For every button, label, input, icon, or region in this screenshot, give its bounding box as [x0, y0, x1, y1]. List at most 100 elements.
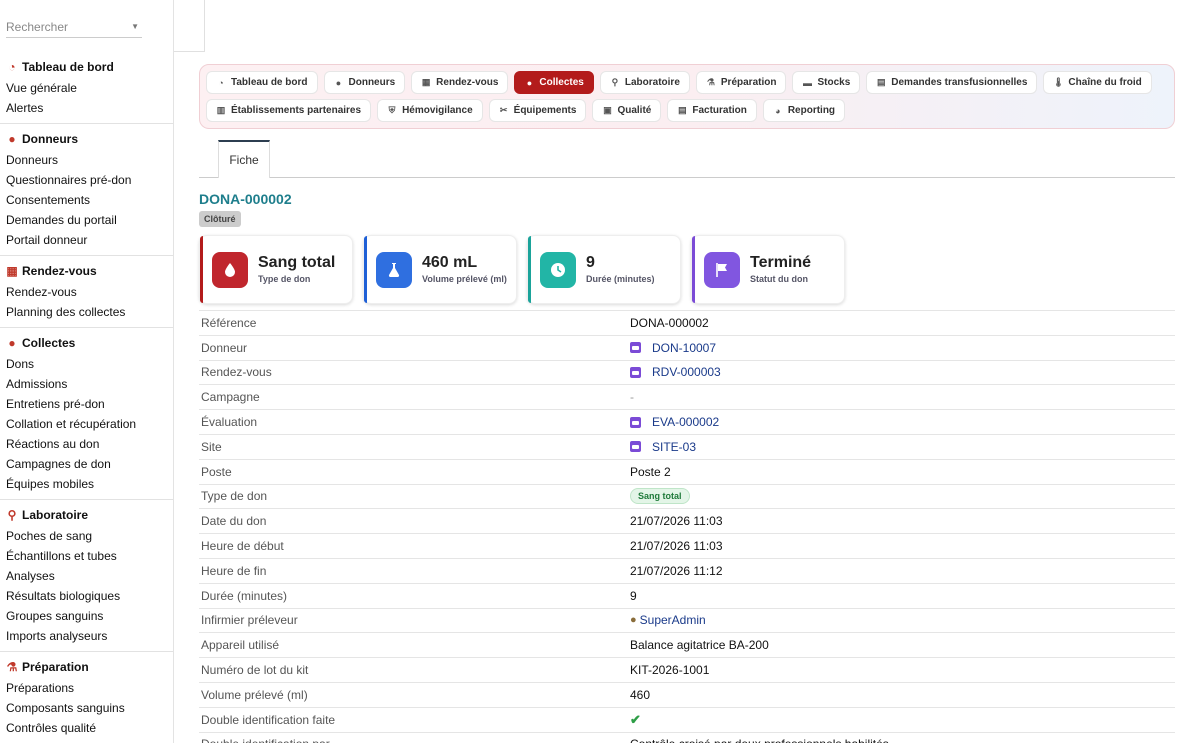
module-button[interactable]: 🌡 Chaîne du froid — [1043, 71, 1152, 94]
field-value[interactable]: EVA-000002 — [630, 415, 719, 429]
user-icon: ● — [335, 77, 342, 88]
module-label: Établissements partenaires — [231, 105, 362, 116]
sidebar-item[interactable]: Vue générale — [0, 78, 173, 98]
field-row: Double identification parContrôle croisé… — [199, 733, 1175, 743]
field-row: Site SITE-03 — [199, 435, 1175, 460]
module-button[interactable]: ▣ Qualité — [592, 99, 662, 122]
record-link[interactable]: SITE-03 — [652, 440, 696, 454]
field-value: KIT-2026-1001 — [630, 663, 710, 678]
sidebar-item[interactable]: Donneurs — [0, 150, 173, 170]
flask-icon — [376, 251, 412, 288]
shield-icon: ⛨ — [388, 105, 396, 115]
building-icon: ▥ — [216, 105, 226, 115]
record-link[interactable]: RDV-000003 — [652, 365, 721, 379]
sidebar-section-title[interactable]: ● Collectes — [0, 332, 173, 354]
field-value: Contrôle croisé par deux professionnels … — [630, 737, 889, 743]
sidebar-section-label: Donneurs — [22, 132, 79, 146]
field-value[interactable]: RDV-000003 — [630, 365, 721, 379]
summary-card: Sang total Type de don — [199, 235, 353, 304]
sidebar-item[interactable]: Composants sanguins — [0, 698, 173, 718]
field-label: Évaluation — [201, 415, 258, 430]
field-row: Campagne - — [199, 385, 1175, 411]
sidebar-section: ● Donneurs Donneurs Questionnaires pré-don C… — [0, 124, 173, 256]
sidebar-item[interactable]: Consentements — [0, 190, 173, 210]
field-value: DONA-000002 — [630, 315, 709, 330]
module-label: Demandes transfusionnelles — [891, 77, 1028, 88]
module-button[interactable]: ▤ Demandes transfusionnelles — [866, 71, 1038, 94]
sidebar-item[interactable]: Groupes sanguins — [0, 606, 173, 626]
sidebar-item[interactable]: Équipes mobiles — [0, 474, 173, 494]
module-bar: ◔ Tableau de bord ● Donneurs ▦ Rendez-vous ● Co… — [199, 64, 1175, 129]
sidebar-item[interactable]: Résultats biologiques — [0, 586, 173, 606]
sidebar-item[interactable]: Collation et récupération — [0, 414, 173, 434]
module-button[interactable]: ⚲ Laboratoire — [599, 71, 690, 94]
sidebar-section-title[interactable]: ⚲ Laboratoire — [0, 504, 173, 526]
sidebar-item[interactable]: Campagnes de don — [0, 454, 173, 474]
warehouse-icon: ▬ — [802, 77, 812, 88]
field-label: Type de don — [201, 489, 268, 504]
sidebar-item[interactable]: Dons — [0, 354, 173, 374]
clipboard-icon: ▣ — [603, 105, 612, 115]
sidebar-item[interactable]: Poches de sang — [0, 526, 173, 546]
tab-fiche[interactable]: Fiche — [218, 140, 270, 178]
field-label: Infirmier préleveur — [201, 613, 298, 628]
sidebar-section-title[interactable]: ▦ Rendez-vous — [0, 260, 173, 282]
summary-cards: Sang total Type de don 460 mL Volume prélev… — [199, 235, 845, 304]
module-button[interactable]: ▦ Rendez-vous — [411, 71, 509, 94]
module-label: Hémovigilance — [402, 105, 473, 116]
module-button[interactable]: ● Donneurs — [323, 71, 406, 94]
sidebar-item[interactable]: Rendez-vous — [0, 282, 173, 302]
module-label: Chaîne du froid — [1068, 77, 1142, 88]
sidebar-section-title[interactable]: ● Donneurs — [0, 128, 173, 150]
module-button[interactable]: ▤ Facturation — [667, 99, 757, 122]
module-button[interactable]: ▬ Stocks — [792, 71, 861, 94]
sidebar-item[interactable]: Questionnaires pré-don — [0, 170, 173, 190]
sidebar-item[interactable]: Alertes — [0, 98, 173, 118]
module-row: ▥ Établissements partenaires ⛨ Hémovigilanc… — [206, 99, 1174, 122]
module-button[interactable]: ▥ Établissements partenaires — [206, 99, 372, 122]
field-value: 460 — [630, 687, 651, 702]
sidebar-item[interactable]: Entretiens pré-don — [0, 394, 173, 414]
summary-card-text: 9 Durée (minutes) — [586, 254, 655, 285]
module-button[interactable]: ● Collectes — [514, 71, 594, 94]
summary-card-label: Statut du don — [750, 274, 808, 284]
field-row: Double identification faite ✔ — [199, 708, 1175, 733]
sidebar: Rechercher ▼ ◔ Tableau de bord Vue général… — [0, 0, 174, 743]
gauge-icon: ◔ — [218, 77, 224, 88]
field-value[interactable]: ● SuperAdmin — [630, 613, 706, 627]
sidebar-item[interactable]: Analyses — [0, 566, 173, 586]
record-link[interactable]: DON-10007 — [652, 341, 716, 355]
sidebar-item[interactable]: Échantillons et tubes — [0, 546, 173, 566]
sidebar-section-title[interactable]: ⚗ Préparation — [0, 656, 173, 678]
sidebar-item[interactable]: Préparations — [0, 678, 173, 698]
sidebar-item[interactable]: Planning des collectes — [0, 302, 173, 322]
search-placeholder: Rechercher — [6, 19, 69, 34]
sidebar-item[interactable]: Portail donneur — [0, 230, 173, 250]
sidebar-section: ◔ Tableau de bord Vue générale Alertes — [0, 52, 173, 124]
user-icon: ● — [8, 132, 16, 146]
module-button[interactable]: ⛨ Hémovigilance — [377, 99, 483, 122]
field-value[interactable]: DON-10007 — [630, 341, 716, 355]
sidebar-section-title[interactable]: ◔ Tableau de bord — [0, 56, 173, 78]
sidebar-item[interactable]: Contrôles qualité — [0, 718, 173, 738]
sidebar-item[interactable]: Réactions au don — [0, 434, 173, 454]
record-link[interactable]: EVA-000002 — [652, 415, 719, 429]
module-button[interactable]: ⚗ Préparation — [695, 71, 787, 94]
field-label: Double identification par — [199, 737, 630, 743]
module-button[interactable]: ◕ Reporting — [762, 99, 846, 122]
record-link-icon — [630, 366, 641, 378]
sidebar-item[interactable]: Demandes du portail — [0, 210, 173, 230]
summary-card-label: Volume prélevé (ml) — [422, 274, 507, 284]
sidebar-item[interactable]: Admissions — [0, 374, 173, 394]
field-value[interactable]: SITE-03 — [630, 440, 696, 454]
search-select[interactable]: Rechercher ▼ — [6, 16, 142, 38]
sidebar-section-label: Laboratoire — [22, 508, 89, 522]
module-button[interactable]: ◔ Tableau de bord — [206, 71, 318, 94]
user-link[interactable]: SuperAdmin — [640, 613, 706, 627]
sidebar-item[interactable]: Imports analyseurs — [0, 626, 173, 646]
module-label: Qualité — [617, 105, 652, 116]
field-row: Donneur DON-10007 — [199, 336, 1175, 361]
module-button[interactable]: ✂ Équipements — [488, 99, 587, 122]
sidebar-section-label: Rendez-vous — [22, 264, 97, 278]
field-value: Poste 2 — [630, 464, 671, 479]
